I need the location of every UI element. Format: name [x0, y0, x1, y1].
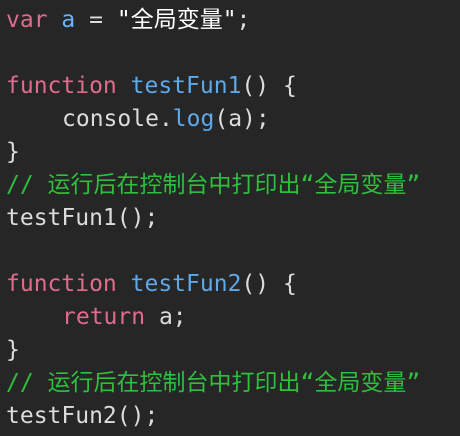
code-line-9: function testFun2() { — [6, 268, 460, 301]
comment-1: // 运行后在控制台中打印出“全局变量” — [6, 172, 421, 198]
return-value: a; — [158, 304, 187, 330]
code-line-3: function testFun1() { — [6, 70, 460, 103]
keyword-function-2: function — [6, 271, 117, 297]
code-line-6: // 运行后在控制台中打印出“全局变量” — [6, 169, 460, 202]
variable-name: a — [61, 7, 76, 33]
code-line-5: } — [6, 136, 460, 169]
function-signature-tail: () { — [241, 73, 297, 99]
function-name: testFun1 — [130, 73, 242, 99]
code-line-13: testFun2(); — [6, 400, 460, 433]
log-method: log — [172, 106, 215, 132]
closing-brace-2: } — [6, 337, 20, 363]
code-line-blank-1 — [6, 37, 460, 70]
code-line-blank-2 — [6, 235, 460, 268]
assignment-operator: = — [89, 7, 103, 33]
semicolon: ; — [236, 7, 251, 33]
code-line-4: console.log(a); — [6, 103, 460, 136]
console-object: console — [62, 106, 159, 132]
code-line-11: } — [6, 334, 460, 367]
string-literal: "全局变量" — [116, 7, 237, 33]
function-call-2: testFun2(); — [6, 403, 159, 429]
function-signature-tail-2: () { — [241, 271, 297, 297]
log-arguments: (a); — [214, 106, 270, 132]
keyword-function: function — [6, 73, 117, 99]
comment-2: // 运行后在控制台中打印出“全局变量” — [6, 370, 421, 396]
keyword-return: return — [62, 304, 146, 330]
member-dot: . — [158, 106, 173, 132]
function-name-2: testFun2 — [130, 271, 242, 297]
code-line-1: var a = "全局变量"; — [6, 4, 460, 37]
code-line-12: // 运行后在控制台中打印出“全局变量” — [6, 367, 460, 400]
keyword-var: var — [6, 7, 48, 33]
code-line-7: testFun1(); — [6, 202, 460, 235]
function-call-1: testFun1(); — [6, 205, 159, 231]
code-line-10: return a; — [6, 301, 460, 334]
code-editor[interactable]: var a = "全局变量"; function testFun1() { co… — [0, 0, 460, 436]
closing-brace: } — [6, 139, 20, 165]
